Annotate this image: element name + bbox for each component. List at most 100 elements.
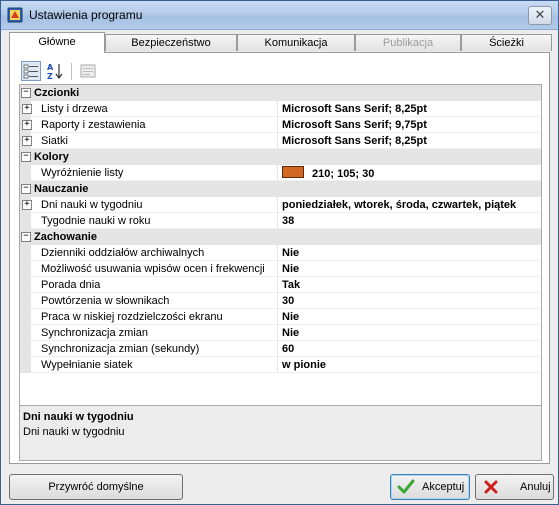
- categorized-view-icon[interactable]: [21, 61, 41, 81]
- tab-panel-glowne: A Z − Czcionki + Listy i drzewa Microsof…: [9, 52, 550, 464]
- category-nauczanie[interactable]: − Nauczanie: [20, 181, 541, 197]
- property-label: Porada dnia: [41, 279, 101, 291]
- property-label: Tygodnie nauki w roku: [41, 215, 151, 227]
- property-label: Dzienniki oddziałów archiwalnych: [41, 247, 205, 259]
- column-divider: [277, 133, 278, 149]
- property-row[interactable]: Porada dnia Tak: [20, 277, 541, 293]
- property-row[interactable]: Synchronizacja zmian Nie: [20, 325, 541, 341]
- tab-komunikacja[interactable]: Komunikacja: [237, 34, 355, 51]
- category-kolory[interactable]: − Kolory: [20, 149, 541, 165]
- collapse-icon[interactable]: −: [21, 88, 31, 98]
- close-button[interactable]: ✕: [528, 6, 552, 25]
- property-row[interactable]: Synchronizacja zmian (sekundy) 60: [20, 341, 541, 357]
- column-divider: [277, 245, 278, 261]
- property-label: Listy i drzewa: [41, 103, 108, 115]
- row-divider: [31, 372, 541, 373]
- property-value[interactable]: Nie: [282, 310, 299, 324]
- row-gutter: [20, 245, 31, 261]
- title-bar[interactable]: Ustawienia programu ✕: [1, 1, 558, 30]
- column-divider: [277, 117, 278, 133]
- property-value[interactable]: 30: [282, 294, 294, 308]
- property-row[interactable]: + Siatki Microsoft Sans Serif; 8,25pt: [20, 133, 541, 149]
- tab-sciezki[interactable]: Ścieżki: [461, 34, 552, 51]
- expand-icon[interactable]: +: [22, 104, 32, 114]
- cancel-button[interactable]: Anuluj: [475, 474, 554, 500]
- row-gutter: [20, 309, 31, 325]
- property-row[interactable]: Tygodnie nauki w roku 38: [20, 213, 541, 229]
- property-row[interactable]: + Raporty i zestawienia Microsoft Sans S…: [20, 117, 541, 133]
- property-value[interactable]: poniedziałek, wtorek, środa, czwartek, p…: [282, 198, 516, 212]
- property-value[interactable]: Tak: [282, 278, 300, 292]
- column-divider: [277, 309, 278, 325]
- app-notebook-icon: [7, 7, 23, 23]
- property-description-pane: Dni nauki w tygodniu Dni nauki w tygodni…: [19, 405, 542, 461]
- tab-glowne[interactable]: Główne: [9, 32, 105, 53]
- row-gutter: [20, 293, 31, 309]
- collapse-icon[interactable]: −: [21, 232, 31, 242]
- property-label: Wyróżnienie listy: [41, 167, 124, 179]
- property-row[interactable]: Wypełnianie siatek w pionie: [20, 357, 541, 373]
- column-divider: [277, 325, 278, 341]
- property-label: Możliwość usuwania wpisów ocen i frekwen…: [41, 263, 265, 275]
- property-label: Synchronizacja zmian: [41, 327, 148, 339]
- property-value[interactable]: Nie: [282, 262, 299, 276]
- property-label: Dni nauki w tygodniu: [41, 198, 143, 212]
- expand-icon[interactable]: +: [22, 200, 32, 210]
- accept-button[interactable]: Akceptuj: [390, 474, 470, 500]
- row-gutter: [20, 325, 31, 341]
- property-row[interactable]: Powtórzenia w słownikach 30: [20, 293, 541, 309]
- column-divider: [277, 261, 278, 277]
- column-divider: [277, 293, 278, 309]
- property-value[interactable]: Microsoft Sans Serif; 9,75pt: [282, 118, 427, 132]
- property-value[interactable]: Nie: [282, 246, 299, 260]
- description-title: Dni nauki w tygodniu: [23, 411, 134, 423]
- category-label: Zachowanie: [34, 231, 97, 243]
- property-row[interactable]: Praca w niskiej rozdzielczości ekranu Ni…: [20, 309, 541, 325]
- category-label: Czcionki: [34, 87, 80, 99]
- svg-text:A: A: [47, 63, 54, 72]
- property-value[interactable]: Microsoft Sans Serif; 8,25pt: [282, 102, 427, 116]
- tab-label: Komunikacja: [264, 37, 328, 49]
- property-pages-icon: [80, 64, 96, 78]
- row-gutter: [20, 357, 31, 373]
- expand-icon[interactable]: +: [22, 120, 32, 130]
- property-value[interactable]: 60: [282, 342, 294, 356]
- property-grid-toolbar: A Z: [18, 61, 538, 83]
- column-divider: [277, 341, 278, 357]
- tab-label: Ścieżki: [489, 37, 524, 49]
- property-label: Praca w niskiej rozdzielczości ekranu: [41, 311, 223, 323]
- property-row[interactable]: Możliwość usuwania wpisów ocen i frekwen…: [20, 261, 541, 277]
- cross-icon: [484, 480, 498, 494]
- property-row[interactable]: + Listy i drzewa Microsoft Sans Serif; 8…: [20, 101, 541, 117]
- category-czcionki[interactable]: − Czcionki: [20, 85, 541, 101]
- collapse-icon[interactable]: −: [21, 184, 31, 194]
- property-label: Siatki: [41, 135, 68, 147]
- expand-icon[interactable]: +: [22, 136, 32, 146]
- property-row-selected[interactable]: + Dni nauki w tygodniu poniedziałek, wto…: [20, 197, 541, 213]
- property-label: Raporty i zestawienia: [41, 119, 146, 131]
- tab-bezpieczenstwo[interactable]: Bezpieczeństwo: [105, 34, 237, 51]
- row-gutter: [20, 261, 31, 277]
- property-value[interactable]: w pionie: [282, 358, 326, 372]
- property-value[interactable]: 38: [282, 214, 294, 228]
- collapse-icon[interactable]: −: [21, 152, 31, 162]
- button-label: Akceptuj: [422, 481, 465, 493]
- column-divider: [277, 277, 278, 293]
- toolbar-separator: [71, 63, 72, 80]
- property-value[interactable]: 210; 105; 30: [282, 166, 374, 180]
- property-label: Synchronizacja zmian (sekundy): [41, 343, 200, 355]
- column-divider: [277, 357, 278, 373]
- property-value[interactable]: Nie: [282, 326, 299, 340]
- property-row[interactable]: Wyróżnienie listy 210; 105; 30: [20, 165, 541, 181]
- restore-defaults-button[interactable]: Przywróć domyślne: [9, 474, 183, 500]
- sort-alphabetical-icon[interactable]: A Z: [45, 61, 65, 81]
- category-label: Kolory: [34, 151, 69, 163]
- property-row[interactable]: Dzienniki oddziałów archiwalnych Nie: [20, 245, 541, 261]
- column-divider: [277, 165, 278, 181]
- property-label: Powtórzenia w słownikach: [41, 295, 170, 307]
- property-value[interactable]: Microsoft Sans Serif; 8,25pt: [282, 134, 427, 148]
- category-zachowanie[interactable]: − Zachowanie: [20, 229, 541, 245]
- tab-strip: Główne Bezpieczeństwo Komunikacja Publik…: [9, 32, 552, 53]
- window-title: Ustawienia programu: [29, 8, 143, 22]
- close-icon: ✕: [534, 7, 546, 22]
